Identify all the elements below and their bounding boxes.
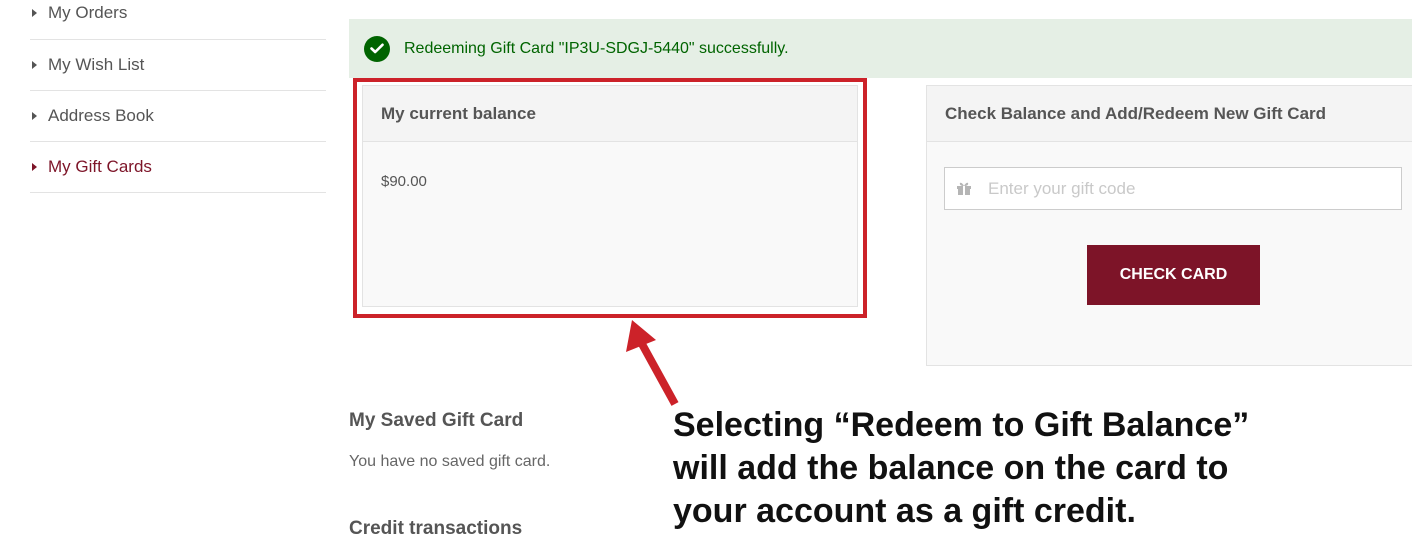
saved-gift-card-title: My Saved Gift Card <box>349 410 524 431</box>
sidebar-item-my-orders[interactable]: My Orders <box>30 0 326 40</box>
sidebar-item-label: Address Book <box>48 106 154 125</box>
credit-transactions-title: Credit transactions <box>349 518 523 537</box>
check-balance-panel: Check Balance and Add/Redeem New Gift Ca… <box>926 85 1412 366</box>
sidebar-item-label: My Gift Cards <box>48 157 152 176</box>
current-balance-value: $90.00 <box>381 173 427 190</box>
caret-right-icon <box>32 9 37 17</box>
success-message-text: Redeeming Gift Card "IP3U-SDGJ-5440" suc… <box>404 39 789 57</box>
saved-gift-card-text: You have no saved gift card. <box>349 453 551 470</box>
check-balance-title: Check Balance and Add/Redeem New Gift Ca… <box>927 86 1412 142</box>
sidebar-item-label: My Wish List <box>48 55 145 74</box>
gift-code-input[interactable] <box>986 177 1380 200</box>
current-balance-title: My current balance <box>363 86 857 142</box>
success-message: Redeeming Gift Card "IP3U-SDGJ-5440" suc… <box>349 19 1412 78</box>
gift-cards-page: My Orders My Wish List Address Book My G… <box>0 0 1412 537</box>
gift-code-field[interactable] <box>944 167 1402 210</box>
sidebar-item-my-wish-list[interactable]: My Wish List <box>30 40 326 91</box>
annotation-text: Selecting “Redeem to Gift Balance” will … <box>673 406 1250 530</box>
check-card-button[interactable]: CHECK CARD <box>1087 245 1260 305</box>
sidebar-item-address-book[interactable]: Address Book <box>30 91 326 142</box>
caret-right-icon <box>32 61 37 69</box>
caret-right-icon <box>32 163 37 171</box>
check-circle-icon <box>364 35 390 62</box>
annotation-arrow-icon <box>626 320 679 406</box>
caret-right-icon <box>32 112 37 120</box>
gift-icon <box>956 181 972 196</box>
account-sidebar: My Orders My Wish List Address Book My G… <box>30 0 326 193</box>
sidebar-item-my-gift-cards[interactable]: My Gift Cards <box>30 142 326 193</box>
sidebar-item-label: My Orders <box>48 3 128 22</box>
current-balance-panel: My current balance $90.00 <box>362 85 858 307</box>
